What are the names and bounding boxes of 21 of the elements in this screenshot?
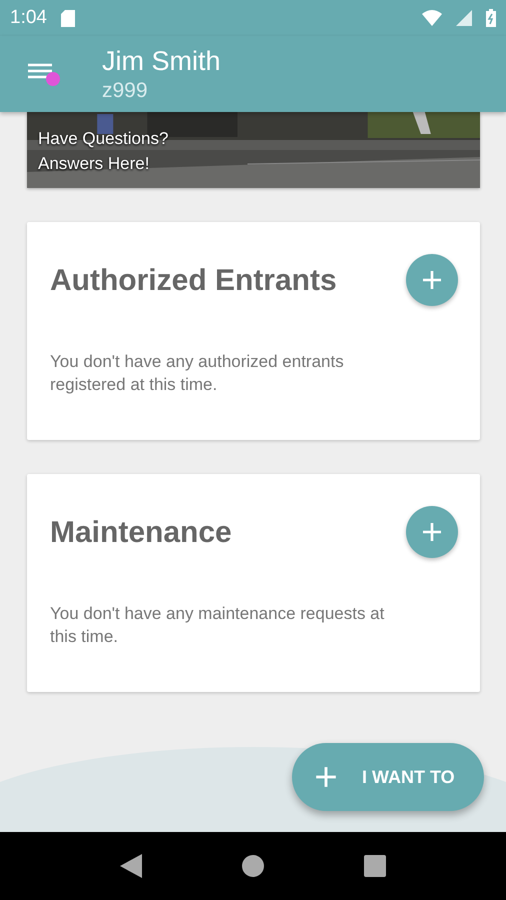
empty-message: You don't have any authorized entrants registered at this time. [50, 351, 345, 396]
status-time: 1:04 [10, 7, 47, 29]
plus-icon [421, 269, 443, 291]
banner-text: Have Questions? [38, 128, 168, 149]
card-title: Authorized Entrants [50, 264, 337, 298]
signal-icon [456, 10, 472, 26]
wifi-icon [422, 10, 442, 26]
empty-message: You don't have any maintenance requests at this time. [50, 603, 386, 648]
card-title: Maintenance [50, 516, 232, 550]
battery-icon [486, 9, 496, 27]
faq-banner[interactable]: Have Questions? Answers Here! [27, 112, 480, 188]
plus-icon [314, 765, 338, 789]
plus-icon [421, 521, 443, 543]
home-icon[interactable] [242, 855, 264, 877]
back-icon[interactable] [120, 854, 142, 878]
user-name: Jim Smith [102, 46, 221, 76]
user-id: z999 [102, 78, 149, 102]
banner-text: Answers Here! [38, 153, 150, 174]
sd-card-icon [60, 10, 75, 26]
add-button[interactable] [406, 506, 458, 558]
add-button[interactable] [406, 254, 458, 306]
